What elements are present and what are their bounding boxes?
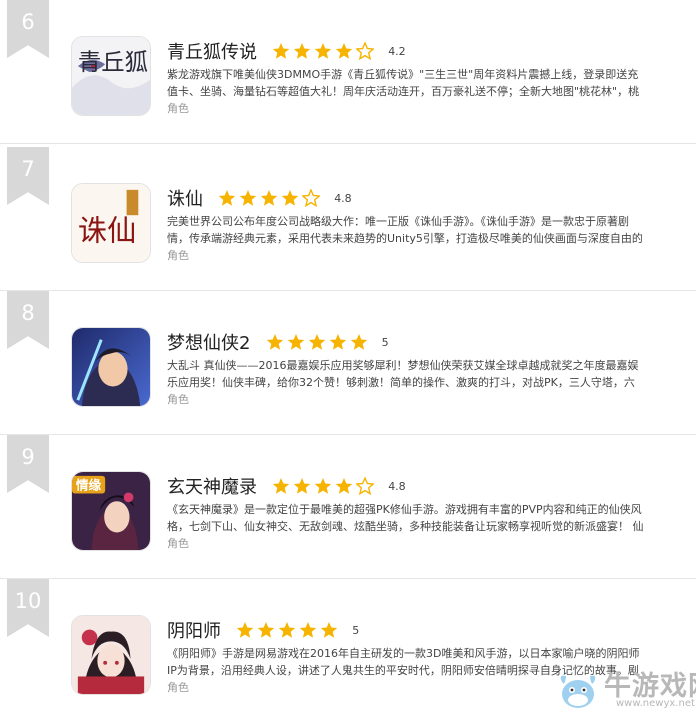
game-category[interactable]: 角色 <box>167 535 189 551</box>
onmyoji-girl-icon[interactable] <box>71 615 151 695</box>
game-category[interactable]: 角色 <box>167 247 189 263</box>
rating-score: 4.8 <box>388 479 406 493</box>
star-filled-icon <box>239 190 257 206</box>
star-empty-icon <box>356 477 375 495</box>
list-item[interactable]: 8 梦想仙侠2 5 大乱斗 真仙侠——2016最嘉娱乐应用奖够犀利！梦想仙侠荣获… <box>0 291 696 435</box>
game-title[interactable]: 阴阳师 <box>167 617 221 643</box>
star-filled-icon <box>278 622 296 638</box>
game-title[interactable]: 玄天神魔录 <box>167 473 257 499</box>
game-description: 大乱斗 真仙侠——2016最嘉娱乐应用奖够犀利！梦想仙侠荣获艾媒全球卓越成就奖之… <box>167 359 639 389</box>
star-empty-icon <box>302 189 321 207</box>
list-item[interactable]: 7 诛仙 诛仙 4.8 完美世界公司公布年度公司战略级大作：唯一正版《诛仙手游》… <box>0 147 696 291</box>
star-filled-icon <box>299 622 317 638</box>
game-category[interactable]: 角色 <box>167 391 189 407</box>
icon-logo-text: 诛仙 <box>78 214 136 248</box>
rank-badge: 9 <box>7 435 49 493</box>
game-title[interactable]: 诛仙 <box>167 185 203 211</box>
rating-stars <box>236 621 341 639</box>
game-ranking-list: 6 青丘狐 青丘狐传说 4.2 紫龙游戏旗下唯美仙侠3DMMO手游《青丘狐传说》… <box>0 0 696 715</box>
rating-stars <box>272 42 377 60</box>
list-item[interactable]: 6 青丘狐 青丘狐传说 4.2 紫龙游戏旗下唯美仙侠3DMMO手游《青丘狐传说》… <box>0 0 696 144</box>
star-filled-icon <box>329 334 346 350</box>
star-filled-icon <box>260 190 278 206</box>
rating-stars <box>218 189 323 207</box>
site-watermark: 牛游戏网 www.newyx.net <box>548 662 696 715</box>
star-filled-icon <box>281 190 299 206</box>
star-filled-icon <box>335 478 353 494</box>
rating-stars <box>266 333 371 351</box>
rank-badge: 7 <box>7 147 49 205</box>
star-filled-icon <box>308 334 325 350</box>
fox-game-icon[interactable]: 青丘狐 <box>71 36 151 116</box>
star-filled-icon <box>350 334 367 350</box>
rating-score: 5 <box>352 623 360 637</box>
star-filled-icon <box>287 334 304 350</box>
star-filled-icon <box>272 43 290 59</box>
game-category[interactable]: 角色 <box>167 679 189 695</box>
rating-score: 4.2 <box>388 44 406 58</box>
star-filled-icon <box>320 622 338 638</box>
star-filled-icon <box>314 43 332 59</box>
watermark-url: www.newyx.net <box>616 698 695 709</box>
rank-badge: 6 <box>7 0 49 58</box>
star-filled-icon <box>335 43 353 59</box>
icon-logo-text: 情缘 <box>76 478 102 493</box>
game-title[interactable]: 梦想仙侠2 <box>167 329 250 355</box>
game-description: 完美世界公司公布年度公司战略级大作：唯一正版《诛仙手游》。《诛仙手游》是一款忠于… <box>167 215 643 245</box>
star-filled-icon <box>272 478 290 494</box>
rank-badge: 10 <box>7 579 49 637</box>
star-filled-icon <box>236 622 254 638</box>
zhuxian-calligraphy-icon[interactable]: 诛仙 <box>71 183 151 263</box>
star-filled-icon <box>293 43 311 59</box>
cow-mascot-icon <box>554 668 602 712</box>
rank-badge: 8 <box>7 291 49 349</box>
star-filled-icon <box>218 190 236 206</box>
star-filled-icon <box>293 478 311 494</box>
star-filled-icon <box>314 478 332 494</box>
star-filled-icon <box>266 334 283 350</box>
rating-score: 4.8 <box>334 191 352 205</box>
icon-logo-text: 青丘狐 <box>78 48 148 76</box>
star-empty-icon <box>356 42 375 60</box>
swordsman-portrait-icon[interactable] <box>71 327 151 407</box>
rating-score: 5 <box>381 335 389 349</box>
rating-stars <box>272 477 377 495</box>
game-description: 《玄天神魔录》是一款定位于最唯美的超强PK修仙手游。游戏拥有丰富的PVP内容和纯… <box>167 503 644 533</box>
list-item[interactable]: 9 情缘 玄天神魔录 4.8 《玄天神魔录》是一款定位于最唯美的超强PK修仙手游… <box>0 435 696 579</box>
heroine-portrait-icon[interactable]: 情缘 <box>71 471 151 551</box>
game-title[interactable]: 青丘狐传说 <box>167 38 257 64</box>
game-description: 紫龙游戏旗下唯美仙侠3DMMO手游《青丘狐传说》"三生三世"周年资料片震撼上线，… <box>167 68 640 98</box>
star-filled-icon <box>257 622 275 638</box>
game-category[interactable]: 角色 <box>167 100 189 116</box>
